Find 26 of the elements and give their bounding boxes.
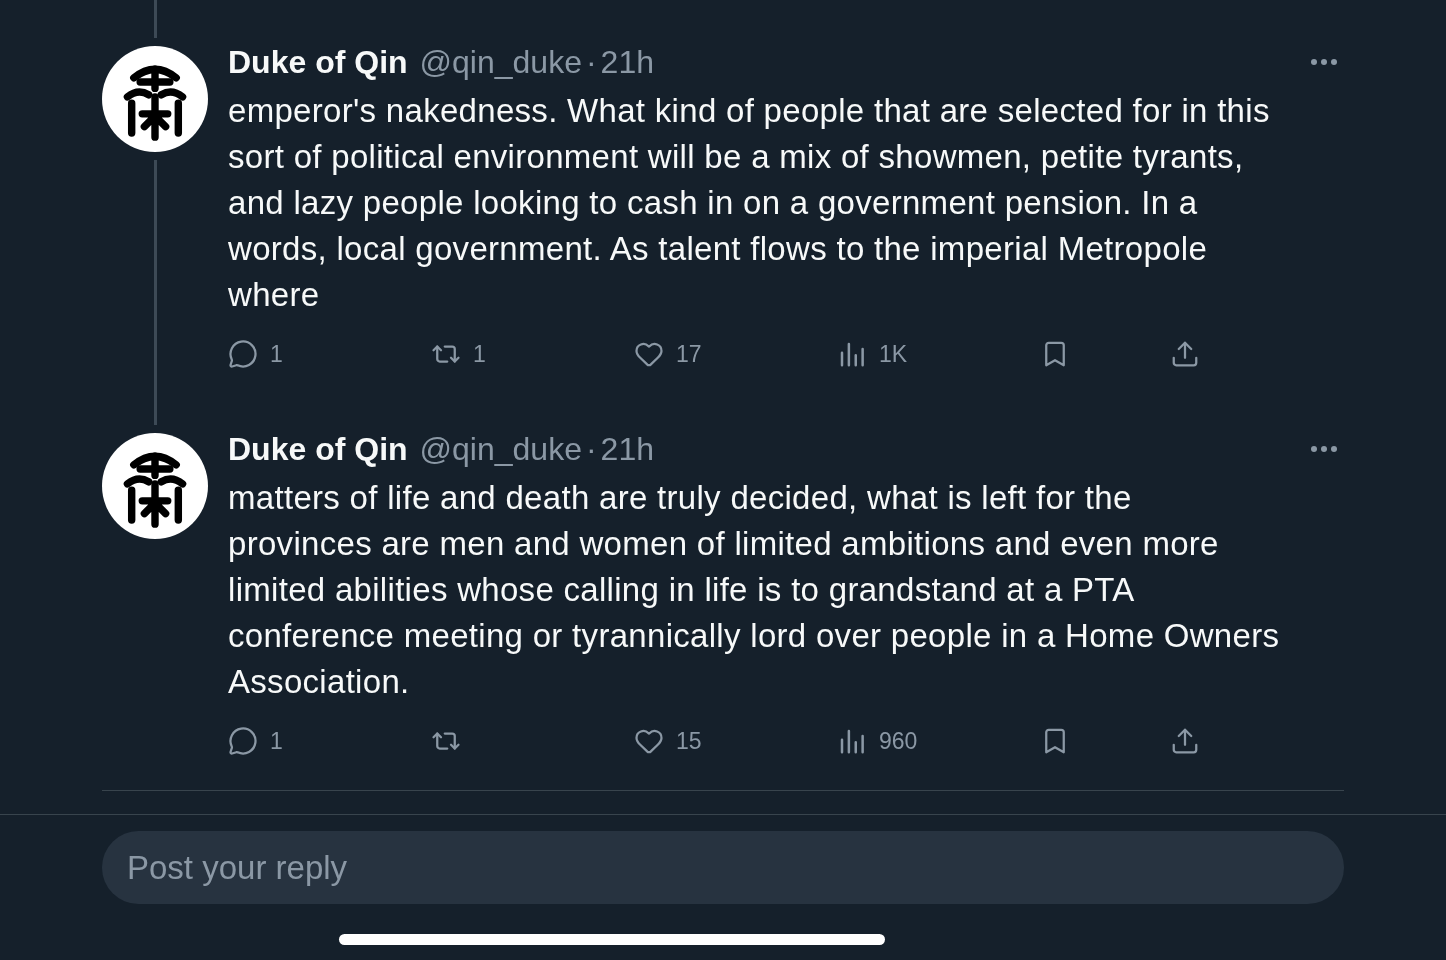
more-icon	[1311, 59, 1337, 65]
views-button[interactable]: 1K	[837, 334, 908, 374]
post-text: matters of life and death are truly decided, what is left for the provinces are men and women of limited ambitions and even more limited abilities whose calling in life is to grandstand at a PTA conference meeting or tyrannically lord over people in a Home Owners Association.	[228, 478, 1281, 702]
author-name[interactable]: Duke of Qin	[228, 425, 408, 473]
like-button[interactable]: 17	[634, 334, 702, 374]
avatar[interactable]	[102, 433, 208, 539]
post-text: emperor's nakedness. What kind of people that are selected for in this sort of political environment will be a mix of showmen, petite tyrants, and lazy people looking to cash in on a government pension. In a words, local government. As talent flows to the imperial Metropole where	[228, 91, 1271, 315]
share-upload-icon	[1170, 726, 1200, 756]
author-handle[interactable]: @qin_duke	[419, 38, 582, 86]
repost-button[interactable]: 1	[431, 334, 486, 374]
reply-button[interactable]: 1	[228, 334, 283, 374]
avatar[interactable]	[102, 46, 208, 152]
speech-bubble-icon	[228, 339, 258, 369]
speech-bubble-icon	[228, 726, 258, 756]
reply-button[interactable]: 1	[228, 721, 283, 761]
views-button[interactable]: 960	[837, 721, 918, 761]
reply-field[interactable]: Post your reply	[102, 831, 1344, 904]
separator-dot: ·	[585, 43, 597, 82]
separator-dot: ·	[585, 430, 597, 469]
post-time[interactable]: 21h	[600, 38, 654, 86]
share-upload-icon	[1170, 339, 1200, 369]
author-handle[interactable]: @qin_duke	[419, 425, 582, 473]
post-time[interactable]: 21h	[600, 425, 654, 473]
more-icon	[1311, 446, 1337, 452]
author-name[interactable]: Duke of Qin	[228, 38, 408, 86]
like-button[interactable]: 15	[634, 721, 702, 761]
